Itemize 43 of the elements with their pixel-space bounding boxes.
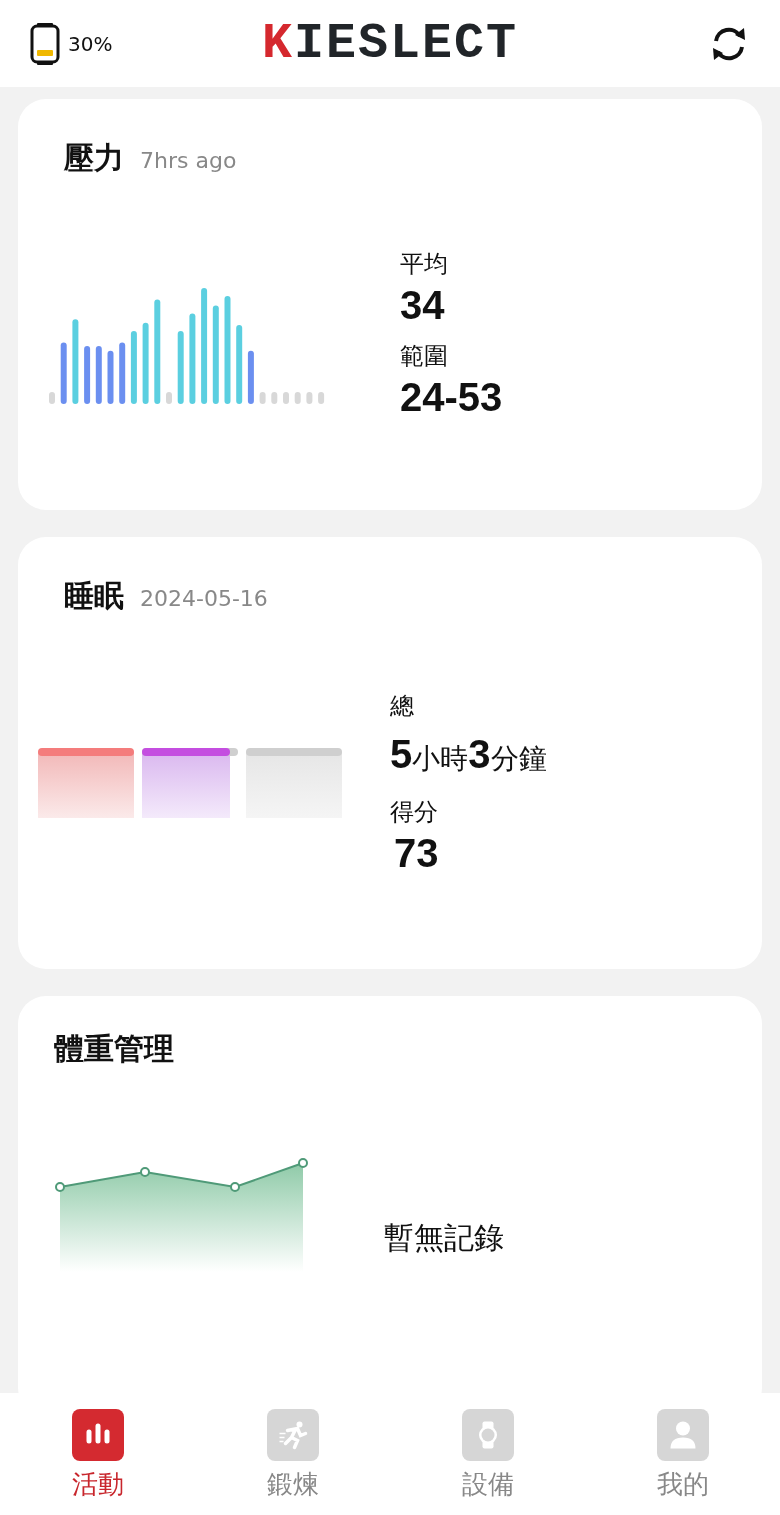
battery-icon bbox=[30, 21, 60, 66]
nav-tab[interactable]: 我的 bbox=[622, 1409, 743, 1504]
chart-bar bbox=[107, 350, 114, 404]
battery-percent: 30% bbox=[68, 30, 113, 58]
chart-bar bbox=[95, 346, 102, 404]
chart-bar bbox=[60, 342, 67, 404]
stat-value: 34 bbox=[400, 282, 446, 328]
card-subtitle: 7hrs ago bbox=[140, 147, 237, 175]
nav-tab[interactable]: 鍛煉 bbox=[232, 1409, 353, 1504]
card-title: 睡眠 bbox=[64, 577, 124, 615]
stat-label: 總 bbox=[390, 691, 415, 722]
card-title: 壓力 bbox=[64, 139, 124, 177]
chart-bar bbox=[49, 392, 55, 404]
empty-message: 暫無記錄 bbox=[384, 1218, 504, 1257]
card-title: 體重管理 bbox=[54, 1030, 174, 1068]
chart-bar bbox=[247, 350, 254, 404]
nav-tab[interactable]: 活動 bbox=[37, 1409, 158, 1504]
tab-icon bbox=[71, 1409, 124, 1461]
chart-bar bbox=[306, 392, 313, 404]
stat-value: 5小時3分鐘 bbox=[390, 731, 547, 778]
data-point bbox=[230, 1182, 240, 1192]
data-point bbox=[140, 1167, 150, 1177]
tab-icon bbox=[656, 1409, 709, 1461]
chart-bar bbox=[166, 392, 172, 404]
chart-bar bbox=[84, 346, 91, 404]
chart-bar bbox=[294, 392, 301, 404]
stat-label: 得分 bbox=[390, 797, 439, 828]
data-point bbox=[298, 1158, 308, 1168]
stat-label: 平均 bbox=[400, 249, 449, 280]
tab-icon bbox=[461, 1409, 514, 1461]
chart-bar bbox=[259, 392, 266, 404]
chart-bar bbox=[283, 392, 289, 404]
stat-label: 範圍 bbox=[400, 341, 449, 372]
chart-bar bbox=[318, 392, 325, 404]
chart-bar bbox=[271, 392, 278, 404]
data-point bbox=[55, 1182, 65, 1192]
stat-value: 24-53 bbox=[400, 374, 503, 420]
stat-value: 73 bbox=[394, 830, 440, 876]
tab-icon bbox=[266, 1409, 319, 1461]
brand-logo: KIESLECT bbox=[261, 18, 519, 69]
card-subtitle: 2024-05-16 bbox=[140, 585, 268, 613]
nav-tab[interactable]: 設備 bbox=[427, 1409, 548, 1504]
chart-bar bbox=[119, 342, 126, 404]
